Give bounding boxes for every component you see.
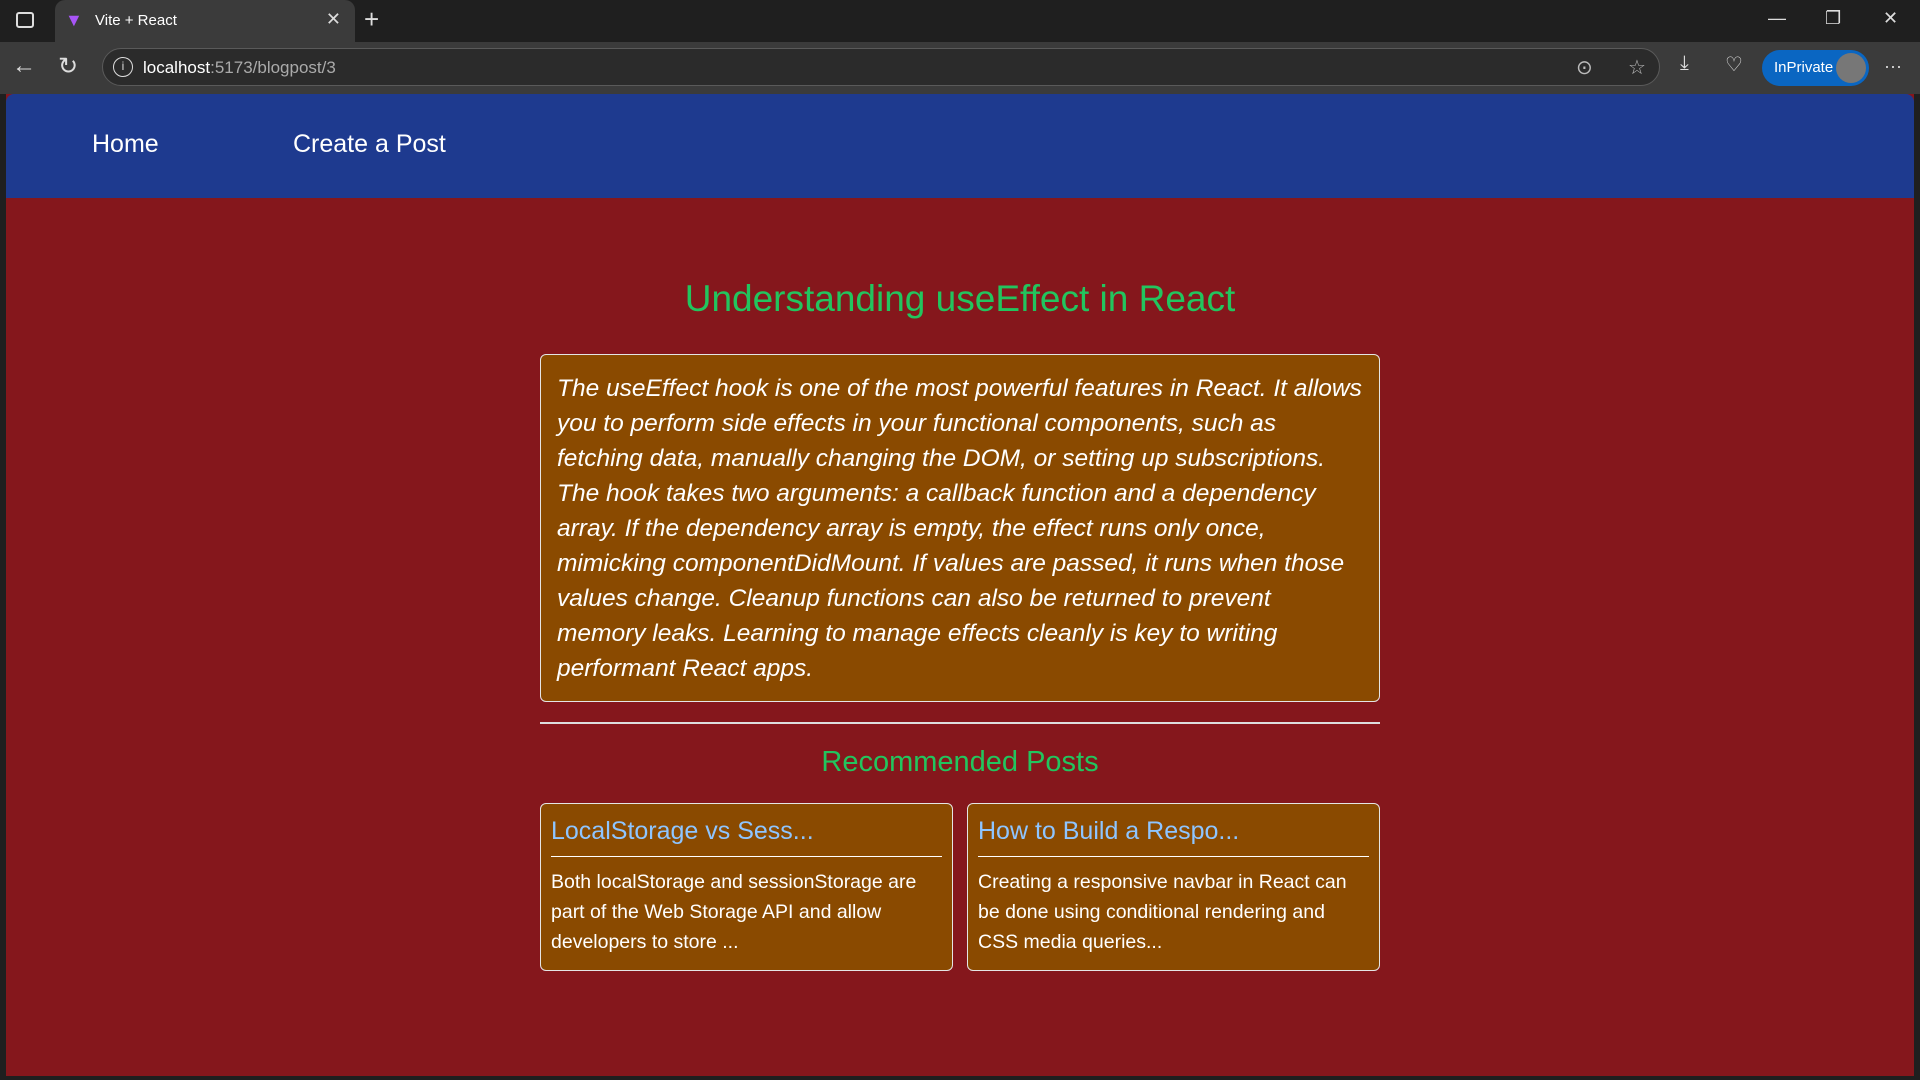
nav-create-post[interactable]: Create a Post xyxy=(293,130,446,159)
favorite-star-icon[interactable]: ☆ xyxy=(1628,55,1646,80)
recommended-heading: Recommended Posts xyxy=(821,746,1099,778)
minimize-icon[interactable]: — xyxy=(1768,8,1786,29)
site-info-icon[interactable]: i xyxy=(113,57,133,77)
vite-logo-icon: ▼ xyxy=(65,10,83,30)
sidebar-toggle-icon[interactable] xyxy=(16,12,34,28)
avatar xyxy=(1836,53,1866,83)
recommended-card[interactable]: How to Build a Respo... Creating a respo… xyxy=(967,803,1380,971)
browser-toolbar: ← ↻ i localhost:5173/blogpost/3 ⊙ ☆ ⤓ ♡ … xyxy=(0,42,1920,94)
new-tab-icon[interactable]: + xyxy=(364,4,379,35)
post-body: The useEffect hook is one of the most po… xyxy=(540,354,1380,702)
tab-active[interactable]: ▼ Vite + React ✕ xyxy=(55,0,355,42)
recommended-card[interactable]: LocalStorage vs Sess... Both localStorag… xyxy=(540,803,953,971)
page: Home Create a Post Understanding useEffe… xyxy=(6,94,1914,1076)
download-icon[interactable]: ⤓ xyxy=(1680,52,1689,75)
close-window-icon[interactable]: ✕ xyxy=(1883,8,1898,29)
card-excerpt: Both localStorage and sessionStorage are… xyxy=(551,871,917,953)
address-bar[interactable]: i localhost:5173/blogpost/3 ⊙ ☆ xyxy=(102,48,1660,86)
more-icon[interactable]: ··· xyxy=(1884,56,1902,77)
health-icon[interactable]: ♡ xyxy=(1725,52,1743,77)
tab-title: Vite + React xyxy=(95,12,177,29)
inprivate-label: InPrivate xyxy=(1774,59,1834,76)
url-text[interactable]: localhost:5173/blogpost/3 xyxy=(143,58,336,78)
post-title: Understanding useEffect in React xyxy=(684,278,1236,319)
reload-icon[interactable]: ↻ xyxy=(58,52,78,81)
tab-bar: ▼ Vite + React ✕ + — ❐ ✕ xyxy=(0,0,1920,42)
navbar: Home Create a Post xyxy=(6,94,1914,198)
card-excerpt: Creating a responsive navbar in React ca… xyxy=(978,871,1347,953)
card-title[interactable]: LocalStorage vs Sess... xyxy=(551,817,942,857)
close-tab-icon[interactable]: ✕ xyxy=(326,9,341,30)
back-icon[interactable]: ← xyxy=(12,52,36,80)
inprivate-button[interactable]: InPrivate xyxy=(1762,50,1869,86)
nav-home[interactable]: Home xyxy=(92,130,159,159)
card-title[interactable]: How to Build a Respo... xyxy=(978,817,1369,857)
reader-icon[interactable]: ⊙ xyxy=(1576,55,1593,80)
divider xyxy=(540,722,1380,724)
restore-icon[interactable]: ❐ xyxy=(1825,8,1841,29)
